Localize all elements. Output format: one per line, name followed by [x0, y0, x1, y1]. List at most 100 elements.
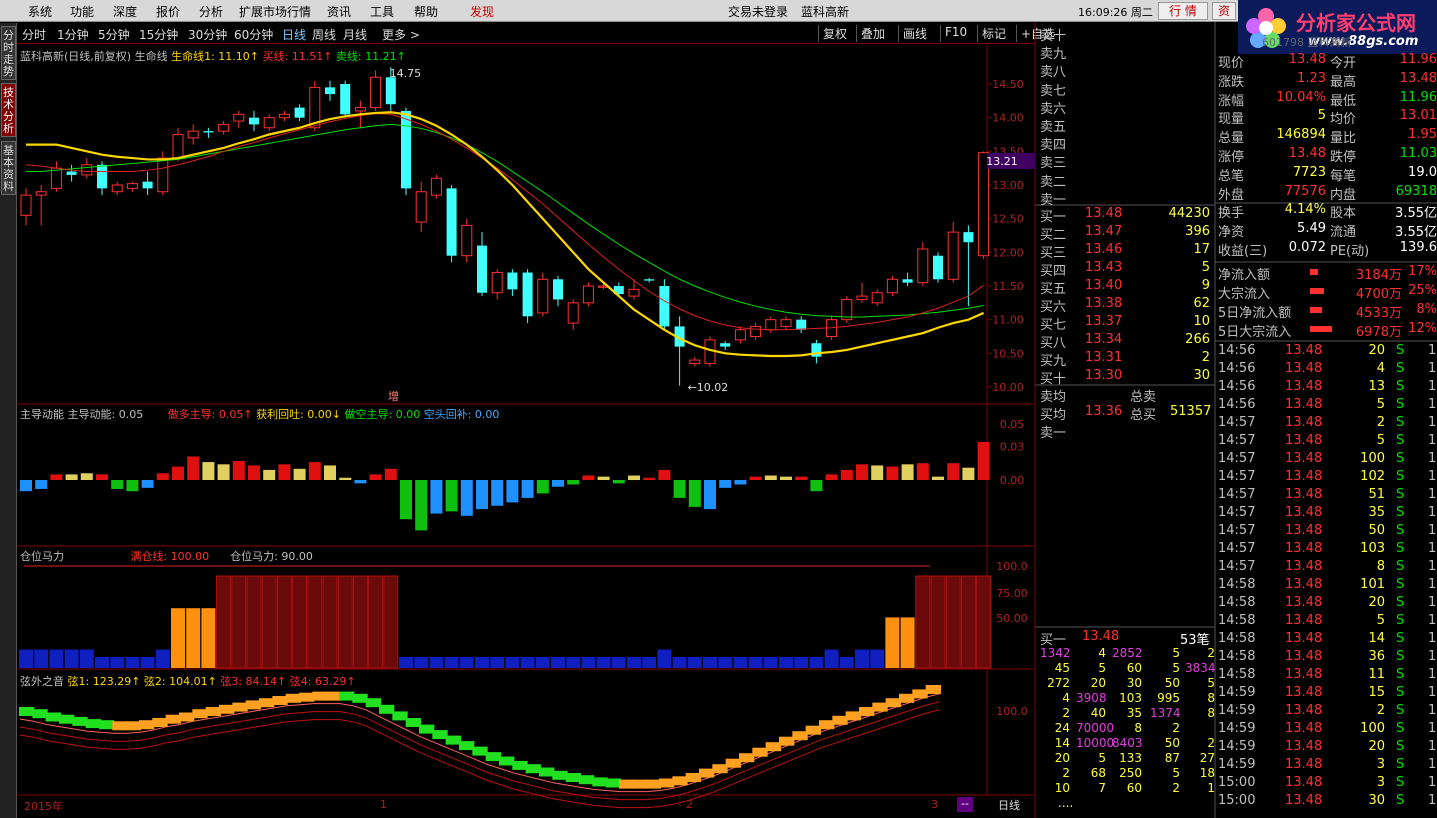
tick-side-11: S	[1396, 541, 1405, 556]
tick-vol-20: 2	[1376, 703, 1385, 718]
queue-cell-9-4: 1	[1207, 781, 1215, 795]
sell-avg-label: 卖均	[1040, 390, 1067, 405]
tick-n-16: 1	[1428, 631, 1437, 646]
tick-n-12: 1	[1428, 559, 1437, 574]
candle-body-6	[111, 184, 123, 193]
queue-cell-2-2: 30	[1126, 676, 1142, 690]
string-block-54	[739, 753, 755, 763]
string-title: 弦外之音	[20, 675, 64, 688]
queue-cell-0-0: 1342	[1040, 646, 1071, 660]
queue-cell-7-4: 27	[1199, 751, 1215, 765]
tick-side-13: S	[1396, 577, 1405, 592]
position-bar-49	[763, 656, 778, 668]
position-bar-18	[292, 575, 308, 669]
flow-pct-0: 17%	[1408, 264, 1437, 279]
queue-cell-3-2: 103	[1119, 691, 1142, 705]
string-block-32	[445, 735, 461, 745]
buy-level-price-4: 13.40	[1085, 278, 1123, 293]
sell-level-label-9: 卖一	[1040, 192, 1067, 208]
position-bar-17	[276, 575, 292, 669]
string-block-29	[405, 718, 421, 727]
tick-n-22: 1	[1428, 739, 1437, 754]
tick-side-22: S	[1396, 739, 1405, 754]
buy-level-vol-7: 266	[1185, 332, 1210, 347]
stat-value-a-1: 1.23	[1297, 70, 1326, 86]
position-bar-15	[246, 575, 262, 669]
flow-label-2: 5日净流入额	[1218, 306, 1292, 321]
string-block-23	[325, 691, 341, 701]
candle-body-41	[644, 279, 655, 281]
tick-n-9: 1	[1428, 505, 1437, 520]
string-block-0	[19, 707, 35, 716]
momentum-bar-35	[552, 480, 564, 487]
stat-label-a-5: 涨停	[1218, 150, 1245, 165]
tick-price-1: 13.48	[1285, 361, 1323, 376]
tick-time-24: 15:00	[1218, 775, 1256, 790]
momentum-bar-29	[460, 480, 473, 516]
tick-time-12: 14:57	[1218, 559, 1256, 574]
string-block-35	[485, 752, 501, 762]
momentum-bar-62	[962, 467, 975, 480]
momentum-bar-50	[780, 476, 792, 480]
tick-side-12: S	[1396, 559, 1405, 574]
tick-price-8: 13.48	[1285, 487, 1323, 502]
buy-level-label-1: 买二	[1040, 228, 1067, 243]
ind-buyline: 买线: 11.51↑	[262, 50, 333, 63]
candle-body-26	[415, 191, 427, 223]
tick-time-5: 14:57	[1218, 433, 1256, 448]
position-bar-19	[307, 575, 323, 669]
momentum-bar-53	[825, 474, 838, 480]
buy-avg: 13.36	[1085, 404, 1123, 419]
stat-label-b-10: PE(动)	[1330, 244, 1370, 259]
string-block-53	[725, 758, 741, 768]
candle-body-2	[50, 167, 62, 189]
queue-price: 13.48	[1082, 629, 1120, 644]
candle-body-8	[142, 181, 153, 189]
string-block-14	[205, 707, 221, 716]
string-block-12	[179, 712, 195, 722]
position-bar-38	[596, 656, 611, 668]
string-title-row: 弦外之音 弦1: 123.29↑ 弦2: 104.01↑ 弦3: 84.14↑ …	[20, 673, 356, 689]
tick-n-13: 1	[1428, 577, 1437, 592]
string-block-30	[419, 724, 435, 734]
queue-cell-4-0: 2	[1062, 706, 1070, 720]
momentum-bar-36	[567, 480, 580, 485]
x-period-label[interactable]: 日线	[998, 797, 1020, 813]
tick-time-23: 14:59	[1218, 757, 1256, 772]
candle-body-36	[567, 302, 579, 324]
string-block-64	[872, 702, 888, 712]
candle-body-56	[871, 292, 883, 304]
momentum-bar-33	[521, 480, 534, 498]
candle-body-7	[126, 183, 138, 189]
stat-label-a-10: 收益(三)	[1218, 244, 1268, 259]
tick-vol-4: 2	[1376, 415, 1385, 430]
buy-level-price-5: 13.38	[1085, 296, 1123, 311]
position-bar-25	[399, 656, 413, 668]
tick-vol-19: 15	[1368, 685, 1385, 700]
tick-side-1: S	[1396, 361, 1405, 376]
position-bar-34	[535, 656, 550, 668]
queue-cell-8-4: 18	[1199, 766, 1215, 780]
tick-n-11: 1	[1428, 541, 1437, 556]
momentum-bar-59	[916, 463, 929, 480]
queue-cell-0-1: 4	[1098, 646, 1106, 660]
string-v2: 弦2: 104.01↑	[143, 675, 217, 688]
buy-level-label-3: 买四	[1040, 264, 1067, 279]
position-bar-51	[794, 656, 809, 668]
flow-bar-0	[1310, 269, 1318, 275]
candle-body-1	[35, 191, 47, 196]
momentum-bar-30	[476, 480, 488, 510]
string-block-25	[352, 693, 368, 703]
string-block-67	[912, 689, 928, 699]
x-scroll-button[interactable]: --	[957, 797, 973, 812]
flow-pct-1: 25%	[1408, 283, 1437, 298]
tick-price-20: 13.48	[1285, 703, 1323, 718]
flow-value-0: 3184万	[1355, 268, 1402, 283]
queue-cell-2-4: 5	[1207, 676, 1215, 690]
candle-body-62	[963, 232, 974, 243]
queue-cell-5-3: 2	[1172, 721, 1180, 735]
queue-cell-1-0: 45	[1054, 661, 1070, 675]
sell-level-label-0: 卖十	[1040, 29, 1067, 44]
sell-level-label-7: 卖三	[1040, 156, 1067, 172]
tick-price-12: 13.48	[1285, 559, 1323, 574]
